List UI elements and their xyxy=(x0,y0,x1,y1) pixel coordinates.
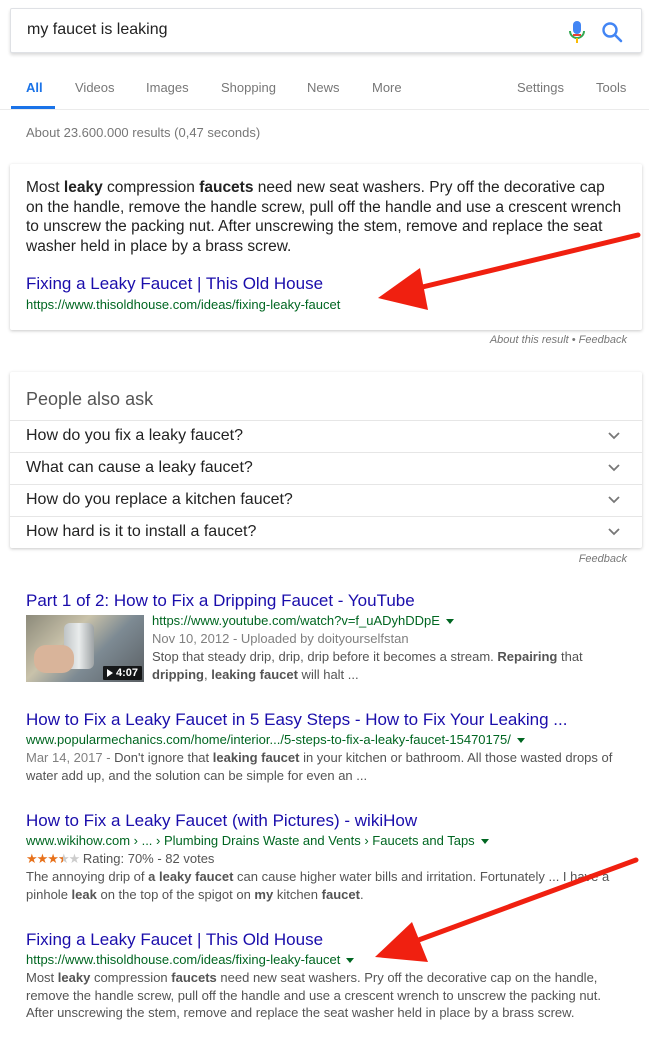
tab-news[interactable]: News xyxy=(307,80,340,95)
result-snippet: Mar 14, 2017 - Don't ignore that leaking… xyxy=(26,750,613,783)
search-tabs: All Videos Images Shopping News More Set… xyxy=(0,66,649,110)
result-rating: ★★★★★★ Rating: 70% - 82 votes xyxy=(26,851,215,866)
tab-images[interactable]: Images xyxy=(146,80,189,95)
chevron-down-icon xyxy=(608,464,620,472)
paa-question[interactable]: How do you fix a leaky faucet? xyxy=(10,420,642,452)
result-snippet: Stop that steady drip, drip, drip before… xyxy=(152,649,583,682)
result-date: Nov 10, 2012 - Uploaded by doityourselfs… xyxy=(152,631,409,646)
chevron-down-icon xyxy=(608,496,620,504)
result-url: https://www.youtube.com/watch?v=f_uADyhD… xyxy=(152,613,454,628)
active-tab-indicator xyxy=(11,106,55,109)
featured-snippet: Most leaky compression faucets need new … xyxy=(10,164,642,330)
paa-question[interactable]: How hard is it to install a faucet? xyxy=(10,516,642,548)
featured-snippet-url: https://www.thisoldhouse.com/ideas/fixin… xyxy=(26,297,341,312)
rating-stars-icon: ★★★★★★ xyxy=(26,851,80,866)
search-bar[interactable]: my faucet is leaking xyxy=(10,8,642,53)
search-icon[interactable] xyxy=(601,21,623,43)
url-dropdown-caret-icon[interactable] xyxy=(346,958,355,964)
tab-all[interactable]: All xyxy=(26,80,43,95)
result-title-link[interactable]: Fixing a Leaky Faucet | This Old House xyxy=(26,930,323,950)
chevron-down-icon xyxy=(608,528,620,536)
result-title-link[interactable]: How to Fix a Leaky Faucet (with Pictures… xyxy=(26,811,417,831)
hand-image xyxy=(34,645,74,673)
chevron-down-icon xyxy=(608,432,620,440)
featured-snippet-link[interactable]: Fixing a Leaky Faucet | This Old House xyxy=(26,274,323,294)
paa-question-text: How do you replace a kitchen faucet? xyxy=(26,491,293,508)
result-stats: About 23.600.000 results (0,47 seconds) xyxy=(26,125,261,140)
paa-question-text: What can cause a leaky faucet? xyxy=(26,459,253,476)
result-url: www.wikihow.com › ... › Plumbing Drains … xyxy=(26,833,489,848)
result-url: https://www.thisoldhouse.com/ideas/fixin… xyxy=(26,952,355,967)
paa-question-text: How do you fix a leaky faucet? xyxy=(26,427,244,444)
tab-tools[interactable]: Tools xyxy=(596,80,626,95)
result-url: www.popularmechanics.com/home/interior..… xyxy=(26,732,525,747)
url-dropdown-caret-icon[interactable] xyxy=(445,619,454,625)
result-snippet: Most leaky compression faucets need new … xyxy=(26,970,601,1020)
paa-feedback-link[interactable]: Feedback xyxy=(579,553,627,565)
tab-more[interactable]: More xyxy=(372,80,402,95)
paa-question[interactable]: How do you replace a kitchen faucet? xyxy=(10,484,642,516)
result-title-link[interactable]: Part 1 of 2: How to Fix a Dripping Fauce… xyxy=(26,591,415,611)
about-this-result[interactable]: About this result • Feedback xyxy=(490,334,627,346)
tab-videos[interactable]: Videos xyxy=(75,80,115,95)
video-duration-badge: 4:07 xyxy=(102,666,142,680)
video-thumbnail[interactable]: 4:07 xyxy=(26,615,144,682)
url-dropdown-caret-icon[interactable] xyxy=(516,738,525,744)
paa-question[interactable]: What can cause a leaky faucet? xyxy=(10,452,642,484)
play-icon xyxy=(106,669,113,678)
tab-settings[interactable]: Settings xyxy=(517,80,564,95)
microphone-icon[interactable] xyxy=(569,20,585,44)
result-title-link[interactable]: How to Fix a Leaky Faucet in 5 Easy Step… xyxy=(26,710,567,730)
people-also-ask: People also ask How do you fix a leaky f… xyxy=(10,372,642,548)
paa-title: People also ask xyxy=(26,389,154,409)
result-snippet: The annoying drip of a leaky faucet can … xyxy=(26,869,610,902)
paa-question-text: How hard is it to install a faucet? xyxy=(26,523,257,540)
url-dropdown-caret-icon[interactable] xyxy=(480,839,489,845)
featured-snippet-text: Most leaky compression faucets need new … xyxy=(26,179,622,255)
tab-shopping[interactable]: Shopping xyxy=(221,80,276,95)
search-input[interactable]: my faucet is leaking xyxy=(27,21,168,39)
